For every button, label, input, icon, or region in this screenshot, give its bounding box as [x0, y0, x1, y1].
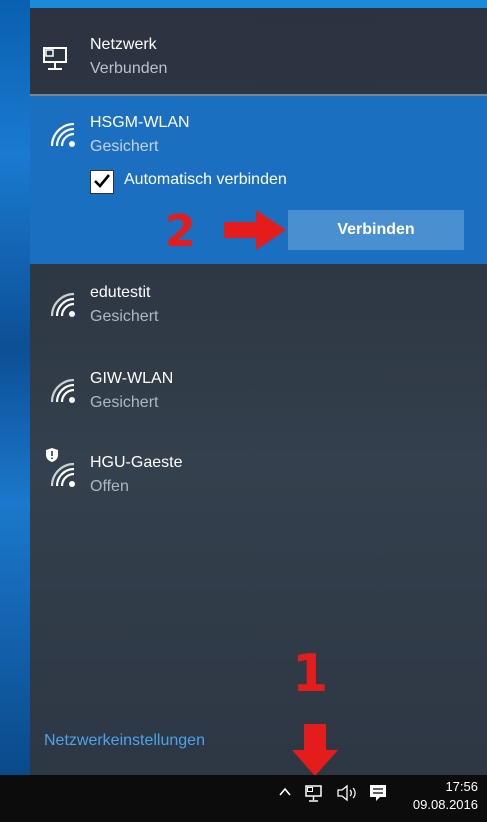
connected-network-header[interactable]: Netzwerk Verbunden — [30, 8, 487, 96]
annotation-step-2: 2 — [165, 206, 196, 257]
red-arrow-down-icon — [292, 724, 338, 775]
wifi-signal-icon — [46, 374, 80, 404]
auto-connect-checkbox[interactable] — [90, 170, 114, 194]
desktop-background — [0, 0, 30, 775]
checkmark-icon — [94, 174, 111, 188]
wifi-signal-icon — [46, 118, 80, 148]
clock-date[interactable]: 09.08.2016 — [400, 797, 478, 812]
network-settings-link[interactable]: Netzwerkeinstellungen — [44, 732, 205, 750]
network-title: Netzwerk — [90, 36, 157, 53]
wifi-item-selected[interactable]: HSGM-WLAN Gesichert Automatisch verbinde… — [30, 96, 487, 264]
taskbar: 17:56 09.08.2016 — [0, 775, 487, 822]
chevron-up-icon[interactable] — [278, 785, 292, 804]
network-flyout: Netzwerk Verbunden HSGM-WLAN Gesichert A… — [30, 0, 487, 775]
wifi-security: Gesichert — [90, 138, 159, 155]
annotation-step-1: 1 — [292, 644, 329, 704]
connect-button[interactable]: Verbinden — [288, 210, 464, 250]
auto-connect-label[interactable]: Automatisch verbinden — [124, 171, 287, 189]
wifi-security: Gesichert — [90, 308, 159, 325]
wifi-ssid: edutestit — [90, 284, 151, 301]
action-center-icon[interactable] — [368, 783, 388, 808]
wifi-signal-icon — [46, 288, 80, 318]
wifi-item[interactable]: edutestit Gesichert — [30, 270, 487, 340]
clock-time[interactable]: 17:56 — [418, 779, 478, 794]
wifi-security: Gesichert — [90, 394, 159, 411]
wifi-item[interactable]: HGU-Gaeste Offen — [30, 440, 487, 510]
wifi-ssid: HGU-Gaeste — [90, 454, 183, 471]
wifi-security: Offen — [90, 478, 129, 495]
network-tray-icon[interactable] — [304, 783, 324, 808]
wifi-ssid: HSGM-WLAN — [90, 114, 190, 131]
network-monitor-icon — [40, 44, 70, 74]
network-status: Verbunden — [90, 60, 168, 77]
wifi-ssid: GIW-WLAN — [90, 370, 174, 387]
red-arrow-right-icon — [224, 210, 286, 250]
speaker-icon[interactable] — [336, 784, 358, 807]
wifi-item[interactable]: GIW-WLAN Gesichert — [30, 356, 487, 426]
wifi-signal-icon — [46, 458, 80, 488]
